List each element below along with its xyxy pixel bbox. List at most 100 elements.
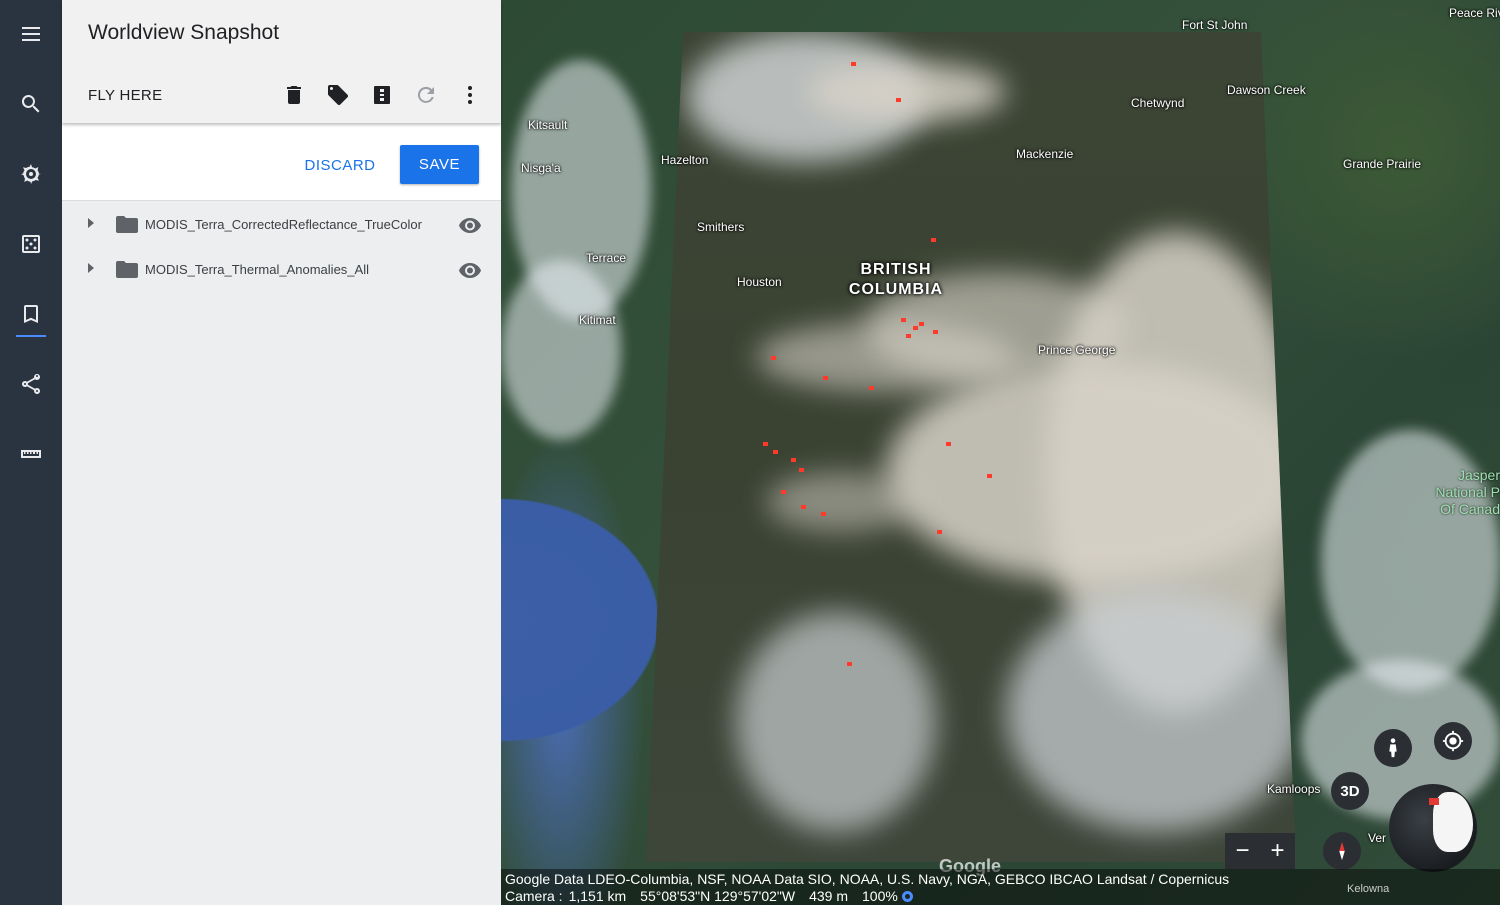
- coordinates: 55°08'53"N 129°57'02"W: [640, 888, 796, 904]
- ruler-icon: [21, 450, 41, 458]
- fire-hotspot: [913, 326, 918, 330]
- camera-label: Camera :: [505, 888, 563, 904]
- my-location-button[interactable]: [1434, 722, 1472, 760]
- place-label: Nisga'a: [521, 161, 561, 175]
- fire-hotspot: [869, 386, 874, 390]
- project-panel: Worldview Snapshot FLY HERE DISCARD SAVE…: [62, 0, 501, 905]
- fire-hotspot: [906, 334, 911, 338]
- place-label: Fort St John: [1182, 18, 1248, 32]
- camera-distance: 1,151 km: [568, 888, 627, 904]
- fire-hotspot: [987, 474, 992, 478]
- region-label-line: COLUMBIA: [848, 281, 944, 298]
- pegman-button[interactable]: [1374, 729, 1412, 767]
- fire-hotspot: [933, 330, 938, 334]
- layer-item[interactable]: MODIS_Terra_Thermal_Anomalies_All: [62, 247, 501, 292]
- map-view[interactable]: Fort St John Peace Riv Dawson Creek Chet…: [501, 0, 1500, 905]
- search-button[interactable]: [0, 79, 62, 129]
- visibility-icon[interactable]: [458, 260, 482, 280]
- globe-minimap[interactable]: [1389, 784, 1477, 872]
- fire-hotspot: [771, 356, 776, 360]
- place-label: Prince George: [1038, 343, 1116, 357]
- hamburger-icon: [22, 27, 40, 41]
- satellite-overlay: [646, 32, 1296, 862]
- compass-button[interactable]: [1323, 832, 1361, 870]
- expand-arrow-icon[interactable]: [88, 263, 94, 273]
- place-label: Peace Riv: [1449, 6, 1500, 20]
- fire-hotspot: [791, 458, 796, 462]
- terrain-snow: [501, 260, 621, 440]
- fire-hotspot: [931, 238, 936, 242]
- 3d-toggle-button[interactable]: 3D: [1331, 772, 1369, 810]
- region-label-line: BRITISH: [860, 261, 932, 278]
- place-label: Hazelton: [661, 153, 709, 167]
- load-progress: 100%: [862, 888, 898, 904]
- edit-actions-bar: DISCARD SAVE: [62, 123, 501, 201]
- more-options-button[interactable]: [457, 82, 483, 108]
- place-label: Chetwynd: [1131, 96, 1185, 110]
- visibility-icon[interactable]: [458, 215, 482, 235]
- folder-icon: [116, 216, 138, 233]
- place-label: Kelowna: [1347, 883, 1390, 895]
- fire-hotspot: [901, 318, 906, 322]
- fire-hotspot: [773, 450, 778, 454]
- park-label-line: National P: [1435, 484, 1500, 500]
- fire-hotspot: [781, 490, 786, 494]
- layer-name: MODIS_Terra_CorrectedReflectance_TrueCol…: [145, 217, 422, 232]
- fire-hotspot: [801, 505, 806, 509]
- fire-hotspot: [821, 512, 826, 516]
- zoom-out-button[interactable]: −: [1225, 833, 1260, 869]
- delete-button[interactable]: [281, 82, 307, 108]
- share-button[interactable]: [0, 359, 62, 409]
- place-label: Kamloops: [1267, 782, 1321, 796]
- fire-hotspot: [799, 468, 804, 472]
- share-icon: [21, 373, 41, 394]
- place-label: Houston: [737, 275, 782, 289]
- park-label: Jasper National P Of Canad: [1421, 467, 1500, 518]
- fire-hotspot: [946, 442, 951, 446]
- fly-here-button[interactable]: FLY HERE: [88, 87, 162, 104]
- crosshair-icon: [1442, 730, 1464, 752]
- projects-button[interactable]: [0, 289, 62, 339]
- fire-hotspot: [823, 376, 828, 380]
- zoom-in-button[interactable]: +: [1260, 833, 1295, 869]
- folder-icon: [116, 261, 138, 278]
- place-label: Grande Prairie: [1343, 157, 1422, 171]
- fire-hotspot: [937, 530, 942, 534]
- loading-indicator-icon: [901, 891, 913, 902]
- place-label: Dawson Creek: [1227, 83, 1306, 97]
- fire-hotspot: [896, 98, 901, 102]
- fire-hotspot: [851, 62, 856, 66]
- dice-icon: [22, 235, 40, 253]
- refresh-button[interactable]: [413, 82, 439, 108]
- region-label: BRITISH COLUMBIA: [841, 260, 951, 300]
- zoom-control: − +: [1225, 833, 1295, 869]
- layer-item[interactable]: MODIS_Terra_CorrectedReflectance_TrueCol…: [62, 202, 501, 247]
- measure-button[interactable]: [0, 429, 62, 479]
- globe-land: [1433, 792, 1473, 852]
- discard-button[interactable]: DISCARD: [300, 146, 380, 184]
- tag-button[interactable]: [325, 82, 351, 108]
- layer-name: MODIS_Terra_Thermal_Anomalies_All: [145, 262, 369, 277]
- fire-hotspot: [919, 322, 924, 326]
- fire-hotspot: [847, 662, 852, 666]
- place-label: Kitimat: [579, 313, 616, 327]
- place-label: Smithers: [697, 220, 745, 234]
- nav-rail: [0, 0, 62, 905]
- panel-header: Worldview Snapshot FLY HERE: [62, 0, 501, 123]
- park-label-line: Of Canad: [1440, 501, 1500, 517]
- compass-icon: [1339, 841, 1345, 861]
- ship-wheel-icon: [21, 164, 41, 184]
- place-label: Kitsault: [528, 118, 568, 132]
- bookmark-icon: [24, 305, 38, 323]
- save-button[interactable]: SAVE: [400, 145, 479, 184]
- refresh-icon: [417, 86, 434, 103]
- place-label: Terrace: [586, 251, 627, 265]
- feeling-lucky-button[interactable]: [0, 219, 62, 269]
- present-button[interactable]: [369, 82, 395, 108]
- menu-button[interactable]: [0, 9, 62, 59]
- elevation: 439 m: [809, 888, 849, 904]
- place-label: Ver: [1368, 831, 1387, 845]
- expand-arrow-icon[interactable]: [88, 218, 94, 228]
- view-marker-icon: [1429, 798, 1439, 805]
- voyager-button[interactable]: [0, 149, 62, 199]
